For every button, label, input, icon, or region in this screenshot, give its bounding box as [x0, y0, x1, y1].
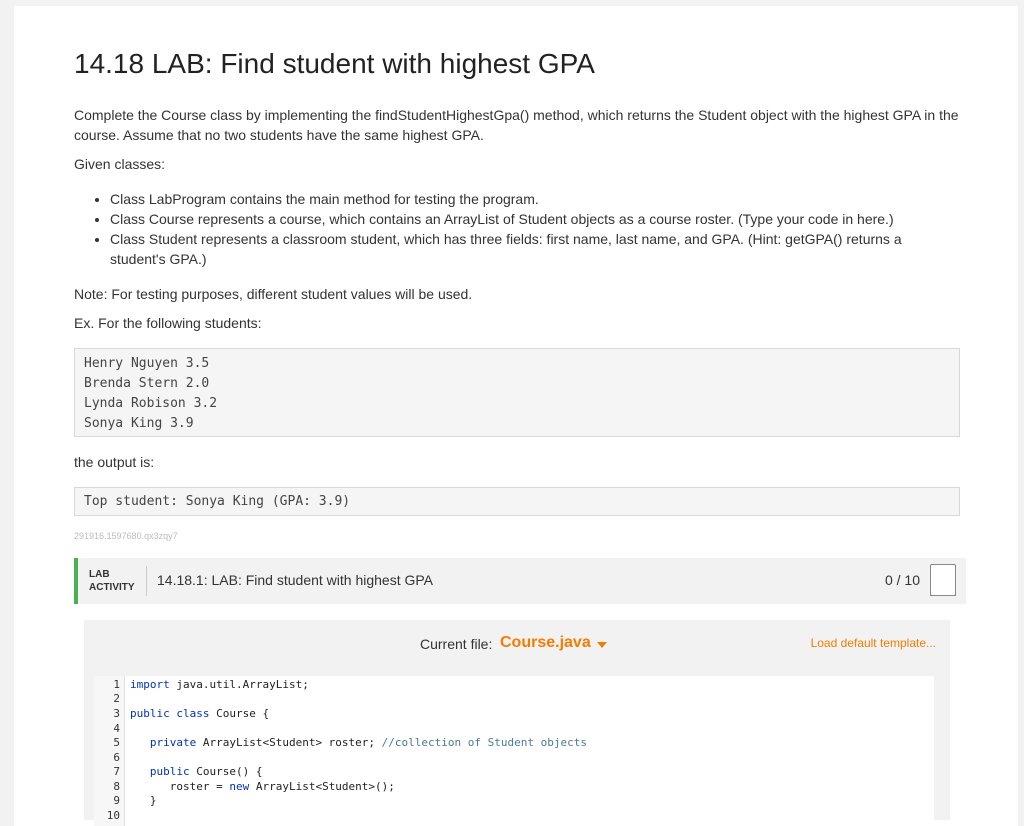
- code-text: }: [130, 794, 157, 808]
- code-line[interactable]: 6: [94, 751, 934, 765]
- keyword-token: import: [130, 678, 170, 691]
- code-line[interactable]: 10: [94, 809, 934, 823]
- lab-tag-line: LAB: [89, 569, 110, 580]
- code-line[interactable]: 9 }: [94, 794, 934, 808]
- line-number: 8: [113, 780, 120, 793]
- class-list: Class LabProgram contains the main metho…: [74, 189, 960, 269]
- code-text: public Course() {: [130, 765, 263, 779]
- output-label: the output is:: [74, 454, 155, 470]
- intro-paragraph: Complete the Course class by implementin…: [74, 107, 959, 143]
- student-line: Brenda Stern 2.0: [84, 376, 210, 391]
- code-token: Course {: [209, 707, 270, 720]
- given-classes-label: Given classes:: [74, 156, 166, 172]
- keyword-token: public: [149, 765, 190, 778]
- example-label: Ex. For the following students:: [74, 315, 262, 331]
- editor-toolbar: Current file: Course.java Load default t…: [84, 620, 950, 670]
- line-number: 9: [113, 794, 120, 807]
- output-example-block: Top student: Sonya King (GPA: 3.9): [74, 487, 960, 516]
- keyword-token: private: [149, 736, 197, 749]
- code-line[interactable]: 5 private ArrayList<Student> roster; //c…: [94, 736, 934, 750]
- code-line[interactable]: 7 public Course() {: [94, 765, 934, 779]
- code-token: roster =: [130, 780, 230, 793]
- load-default-template-link[interactable]: Load default template...: [811, 636, 936, 650]
- keyword-token: public: [130, 707, 170, 720]
- code-line[interactable]: 4: [94, 722, 934, 736]
- code-token: ArrayList<Student>();: [249, 780, 395, 793]
- code-text: public class Course {: [130, 707, 269, 721]
- lab-identifier: 291916.1597680.qx3zqy7: [74, 531, 178, 541]
- list-item: Class Student represents a classroom stu…: [110, 229, 960, 269]
- code-token: java.util.ArrayList;: [169, 678, 309, 691]
- line-number: 2: [113, 692, 120, 705]
- line-number: 5: [113, 736, 120, 749]
- score-display: 0 / 10: [884, 572, 920, 588]
- code-area[interactable]: 1 import java.util.ArrayList; 2 3 public cla…: [94, 676, 934, 826]
- students-example-block: Henry Nguyen 3.5 Brenda Stern 2.0 Lynda …: [74, 348, 960, 437]
- code-text: private ArrayList<Student> roster; //col…: [130, 736, 587, 750]
- page-title: 14.18 LAB: Find student with highest GPA: [74, 48, 595, 79]
- code-line[interactable]: 8 roster = new ArrayList<Student>();: [94, 780, 934, 794]
- student-line: Henry Nguyen 3.5: [84, 356, 210, 371]
- code-line[interactable]: 2: [94, 692, 934, 706]
- lab-card: 14.18 LAB: Find student with highest GPA…: [14, 6, 1018, 826]
- list-item: Class LabProgram contains the main metho…: [110, 189, 960, 209]
- code-text: import java.util.ArrayList;: [130, 678, 309, 692]
- current-file-dropdown[interactable]: Course.java: [500, 634, 591, 652]
- line-number: 10: [106, 809, 120, 822]
- student-line: Sonya King 3.9: [84, 416, 194, 431]
- keyword-token: new: [229, 780, 250, 793]
- line-number: 6: [113, 751, 120, 764]
- code-token: ArrayList<Student> roster;: [196, 736, 382, 749]
- lab-activity-header: LAB ACTIVITY 14.18.1: LAB: Find student …: [74, 558, 966, 604]
- code-line[interactable]: 3 public class Course {: [94, 707, 934, 721]
- comment-token: //collection of Student objects: [381, 736, 587, 749]
- student-line: Lynda Robison 3.2: [84, 396, 218, 411]
- current-file-label: Current file:: [420, 636, 493, 652]
- lab-activity-tag: LAB ACTIVITY: [89, 568, 135, 594]
- keyword-token: class: [176, 707, 210, 720]
- note-paragraph: Note: For testing purposes, different st…: [74, 286, 473, 302]
- line-number: 3: [113, 707, 120, 720]
- code-token: Course() {: [189, 765, 263, 778]
- list-item: Class Course represents a course, which …: [110, 209, 960, 229]
- line-number: 1: [113, 678, 120, 691]
- code-line[interactable]: 1 import java.util.ArrayList;: [94, 678, 934, 692]
- code-token: }: [130, 794, 157, 807]
- code-text: roster = new ArrayList<Student>();: [130, 780, 395, 794]
- activity-tag-line: ACTIVITY: [89, 582, 135, 593]
- line-number: 4: [113, 722, 120, 735]
- code-editor-panel: Current file: Course.java Load default t…: [84, 620, 950, 826]
- line-number: 7: [113, 765, 120, 778]
- header-divider: [146, 566, 147, 596]
- score-badge-icon: [930, 564, 956, 596]
- activity-title: 14.18.1: LAB: Find student with highest …: [157, 572, 434, 588]
- chevron-down-icon[interactable]: [597, 642, 607, 648]
